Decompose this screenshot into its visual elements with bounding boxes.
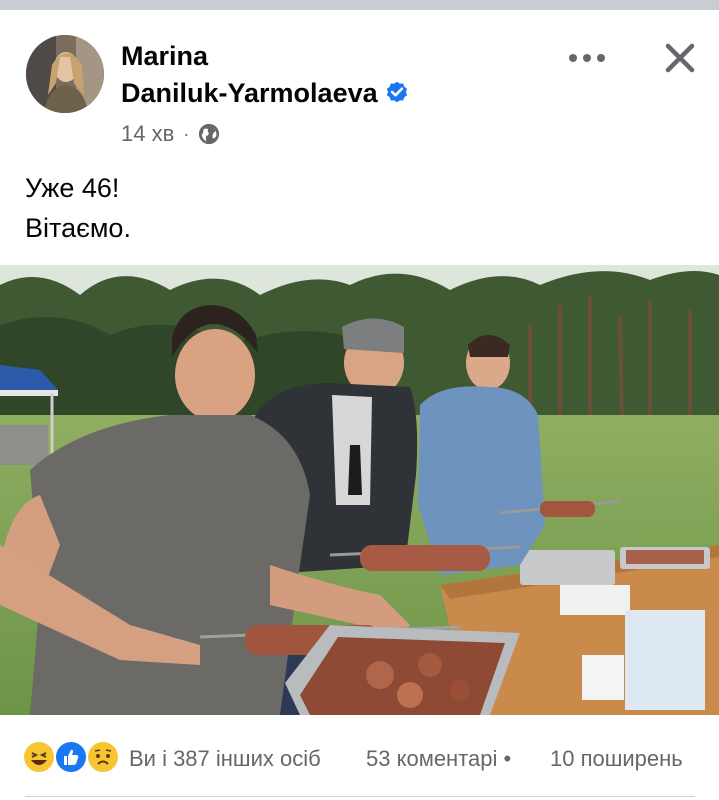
reaction-icons[interactable] (22, 740, 126, 776)
comments-count-label: 53 коментарі (366, 746, 498, 771)
verified-badge-icon (386, 81, 407, 103)
more-options-icon[interactable] (566, 46, 608, 70)
shares-count[interactable]: 10 поширень (550, 746, 683, 772)
reactions-count[interactable]: Ви і 387 інших осіб (129, 746, 321, 772)
post-text-line2: Вітаємо. (25, 213, 131, 243)
post-header: Marina Daniluk-Yarmolaeva 14 хв · (0, 10, 719, 150)
avatar-image (26, 35, 104, 113)
post-meta: 14 хв · (121, 121, 220, 147)
author-name[interactable]: Marina Daniluk-Yarmolaeva (121, 38, 481, 112)
post-timestamp[interactable]: 14 хв (121, 121, 174, 147)
author-name-line2: Daniluk-Yarmolaeva (121, 78, 378, 108)
engagement-bar: Ви і 387 інших осіб 53 коментарі • 10 по… (0, 728, 719, 788)
top-divider-strip (0, 0, 719, 10)
post-photo[interactable] (0, 265, 719, 715)
meta-separator: · (183, 123, 190, 144)
haha-reaction-icon (22, 740, 56, 774)
photo-image (0, 265, 719, 715)
like-reaction-icon (54, 740, 88, 774)
globe-icon[interactable] (198, 123, 220, 145)
close-icon[interactable] (664, 42, 696, 74)
post-text-line1: Уже 46! (25, 173, 120, 203)
comments-count[interactable]: 53 коментарі • (366, 746, 511, 772)
post-text: Уже 46! Вітаємо. (25, 168, 131, 248)
actions-divider (25, 796, 695, 797)
engagement-separator: • (503, 746, 512, 771)
avatar[interactable] (26, 35, 104, 113)
sad-reaction-icon (86, 740, 120, 774)
author-name-line1: Marina (121, 41, 209, 71)
